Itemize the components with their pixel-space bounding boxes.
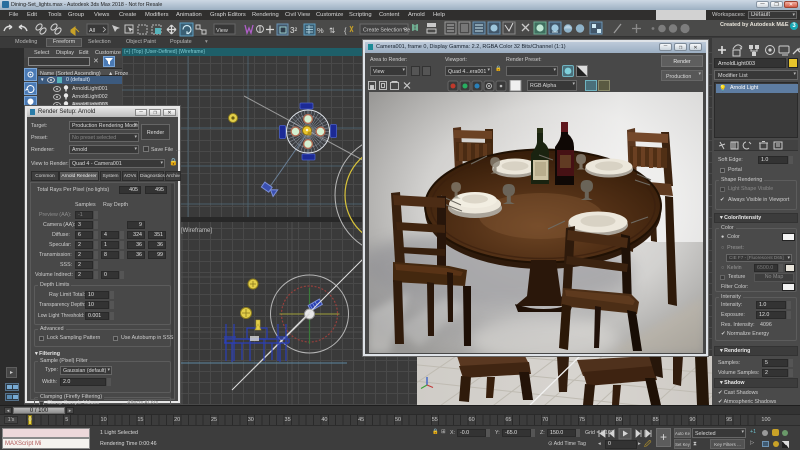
svg-text:View: View — [216, 28, 228, 34]
svg-text:[Wireframe]: [Wireframe] — [181, 228, 212, 234]
svg-text:{: { — [344, 26, 347, 35]
svg-text:%: % — [317, 26, 324, 35]
svg-text:All: All — [89, 28, 95, 34]
svg-text:⇅: ⇅ — [329, 26, 336, 35]
svg-text:3²: 3² — [290, 26, 297, 35]
